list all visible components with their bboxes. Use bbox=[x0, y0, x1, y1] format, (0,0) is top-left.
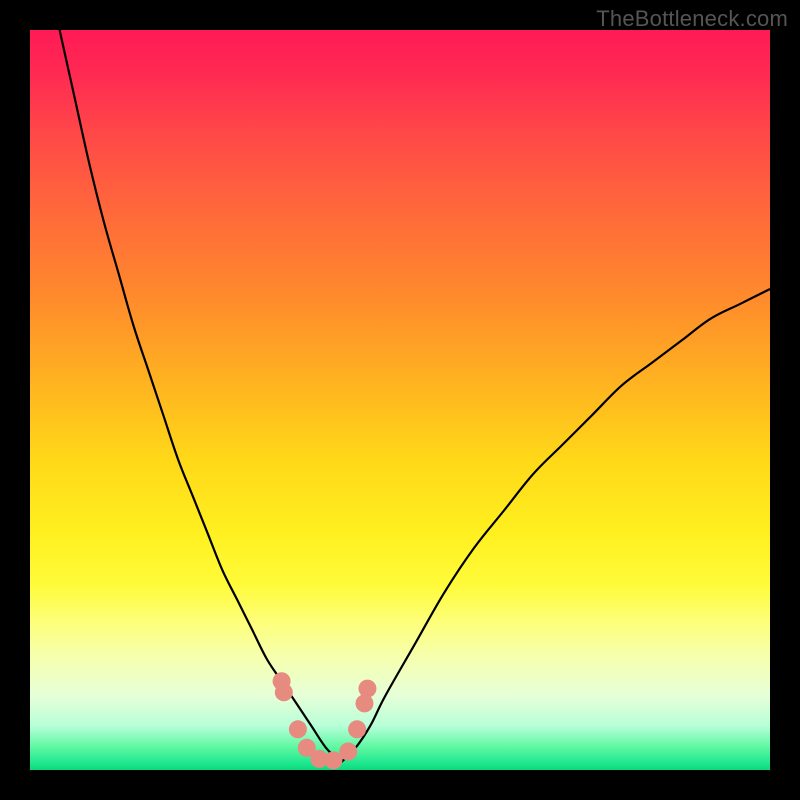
marker-dot bbox=[275, 683, 293, 701]
marker-dot bbox=[289, 720, 307, 738]
marker-dot bbox=[339, 743, 357, 761]
plot-area bbox=[30, 30, 770, 770]
marker-dot bbox=[355, 694, 373, 712]
watermark-text: TheBottleneck.com bbox=[596, 6, 788, 32]
marker-dot bbox=[348, 720, 366, 738]
marker-dot bbox=[358, 680, 376, 698]
bottom-markers-group bbox=[273, 672, 377, 769]
left-curve bbox=[60, 30, 341, 763]
chart-svg bbox=[30, 30, 770, 770]
right-curve bbox=[341, 289, 770, 763]
